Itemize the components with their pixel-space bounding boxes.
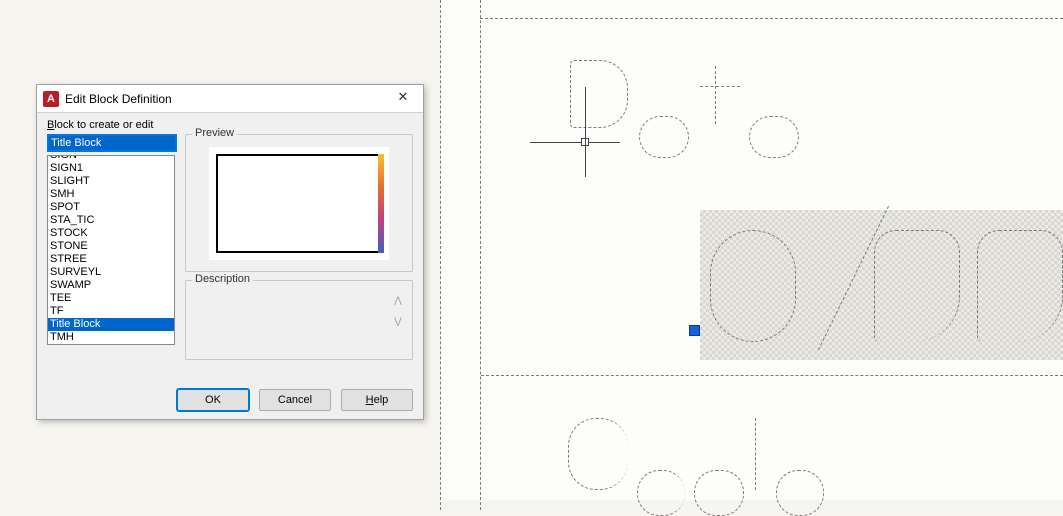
block-list-item[interactable]: STONE	[48, 240, 174, 253]
preview-pane	[209, 147, 389, 260]
block-list-item[interactable]: STA_TIC	[48, 214, 174, 227]
close-button[interactable]: ✕	[389, 89, 417, 109]
block-list-item[interactable]: SWAMP	[48, 279, 174, 292]
block-list-item[interactable]: STOCK	[48, 227, 174, 240]
titleblock-value-date	[710, 212, 1063, 346]
spin-up-icon[interactable]: ⋀	[394, 295, 401, 306]
titleblock-row-divider-1	[480, 18, 1063, 19]
titleblock-label-date	[570, 60, 799, 132]
block-list-item[interactable]: TEE	[48, 292, 174, 305]
block-list-item[interactable]: SIGN1	[48, 162, 174, 175]
block-list-item[interactable]: SIGN	[48, 155, 174, 162]
block-list-item[interactable]: SURVEYL	[48, 266, 174, 279]
block-list-item[interactable]: TF	[48, 305, 174, 318]
ok-button[interactable]: OK	[177, 389, 249, 411]
block-list-item[interactable]: STREE	[48, 253, 174, 266]
spin-down-icon[interactable]: ⋁	[394, 316, 401, 327]
titleblock-label-scale	[568, 418, 824, 494]
edit-block-definition-dialog: A Edit Block Definition ✕ Block to creat…	[36, 84, 424, 420]
preview-label: Preview	[192, 127, 237, 139]
block-list-item[interactable]: SPOT	[48, 201, 174, 214]
block-list-item[interactable]: Title Block	[48, 318, 174, 331]
close-icon: ✕	[398, 89, 409, 104]
block-list-item[interactable]: SMH	[48, 188, 174, 201]
cancel-button[interactable]: Cancel	[259, 389, 331, 411]
selection-grip[interactable]	[689, 325, 700, 336]
block-list[interactable]: SIGNSIGN1SLIGHTSMHSPOTSTA_TICSTOCKSTONES…	[47, 155, 175, 345]
titleblock-row-divider-2	[481, 375, 1063, 376]
app-icon: A	[43, 91, 59, 107]
dialog-titlebar[interactable]: A Edit Block Definition ✕	[37, 85, 423, 113]
cad-cursor-pickbox	[581, 138, 589, 146]
help-button[interactable]: Help	[341, 389, 413, 411]
block-list-item[interactable]: TMH	[48, 331, 174, 344]
titleblock-border-inner	[480, 0, 481, 510]
description-label: Description	[192, 273, 253, 285]
titleblock-border-left	[440, 0, 441, 510]
dialog-title: Edit Block Definition	[65, 92, 389, 106]
block-list-item[interactable]: SLIGHT	[48, 175, 174, 188]
description-pane[interactable]: ⋀ ⋁	[192, 287, 406, 347]
cad-drawing-canvas[interactable]	[440, 0, 1063, 500]
block-name-input[interactable]: Title Block	[48, 135, 176, 151]
